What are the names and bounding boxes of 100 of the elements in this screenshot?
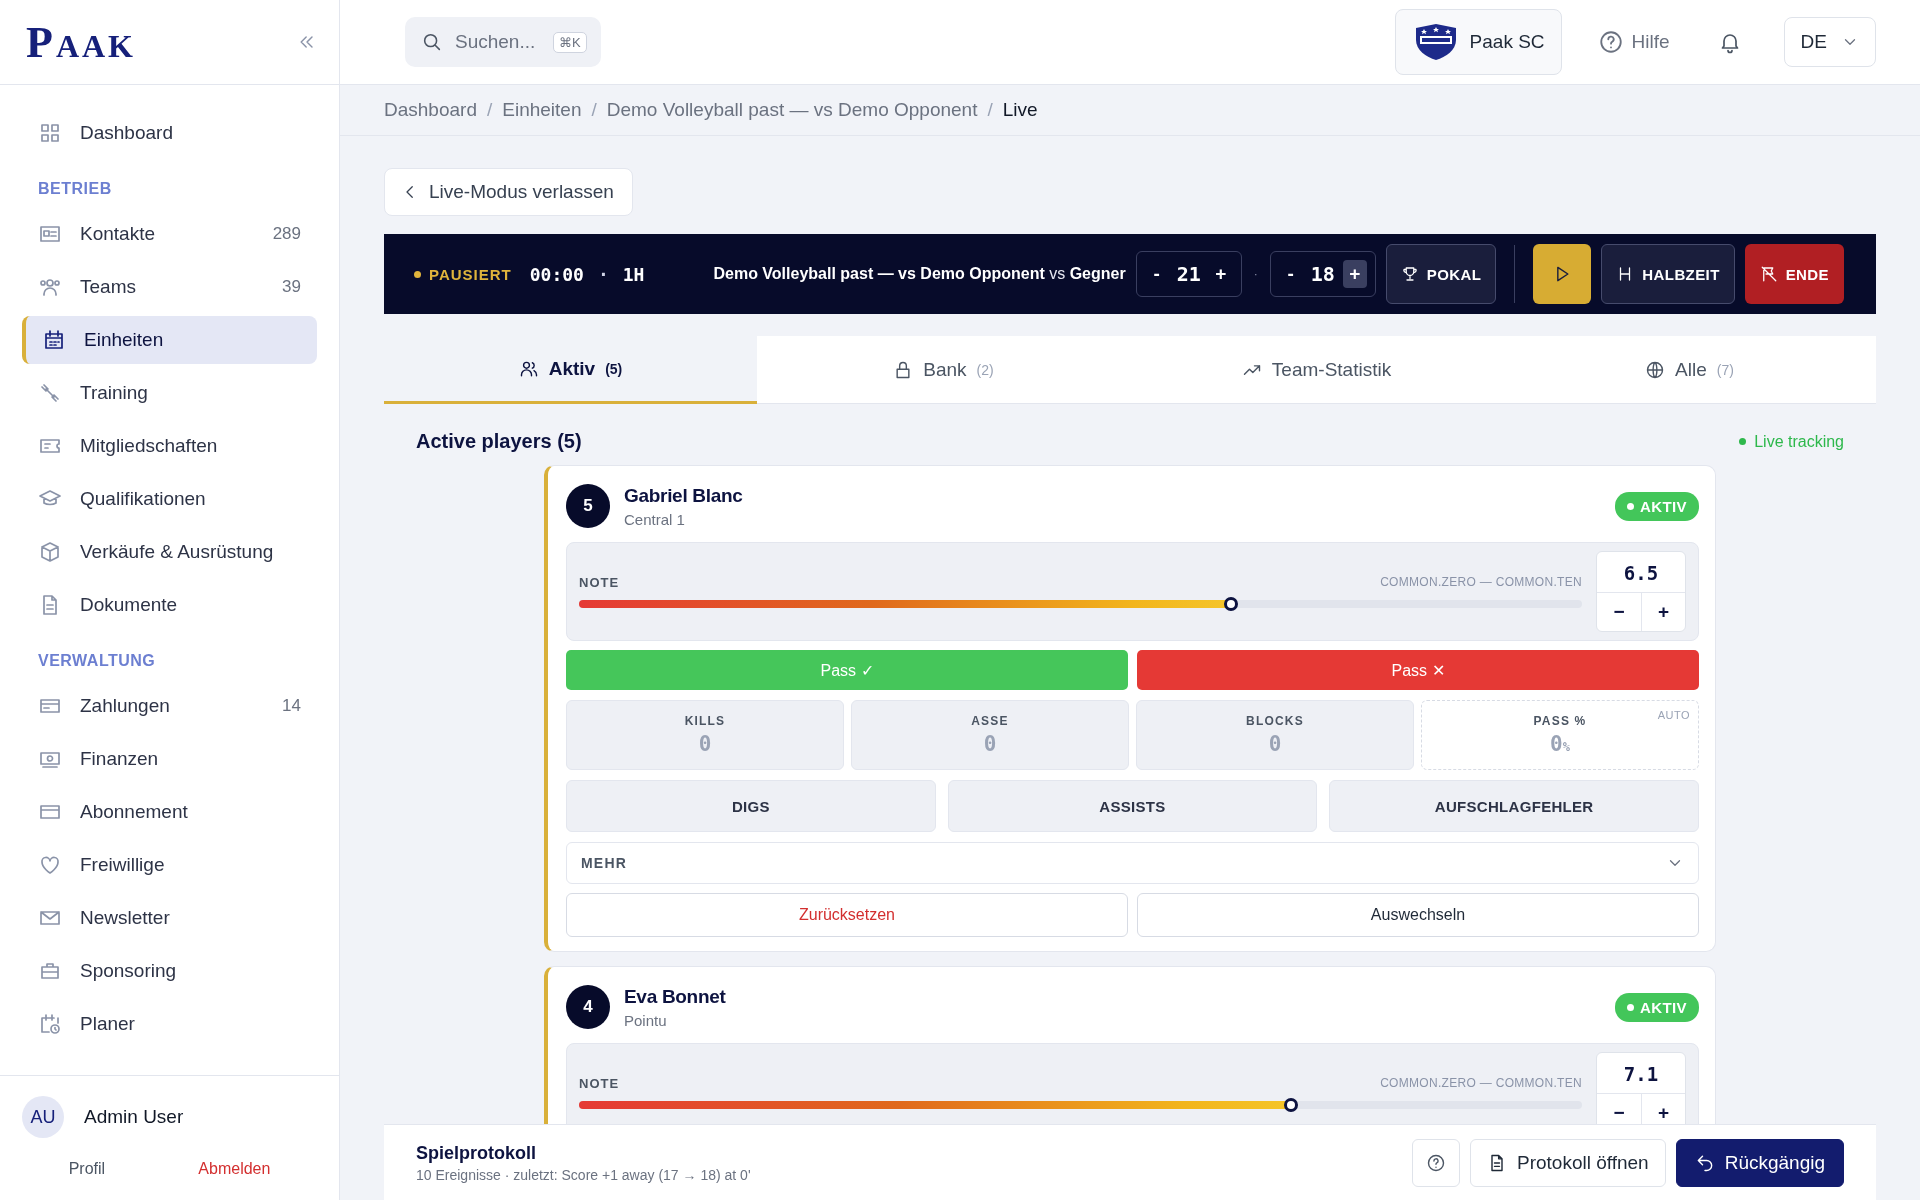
back-button[interactable]: Live-Modus verlassen (384, 168, 633, 216)
stat-action-button[interactable]: DIGS (566, 780, 936, 832)
match-status: PAUSIERT (414, 265, 512, 283)
stat-tile[interactable]: KILLS 0 (566, 700, 844, 770)
help-button[interactable] (1411, 1138, 1460, 1187)
rating-slider[interactable] (579, 1101, 1582, 1109)
nav-item[interactable]: Planer (22, 1000, 317, 1048)
range-hint: COMMON.ZERO — COMMON.TEN (1380, 1076, 1582, 1091)
stat-value: 0 (698, 732, 712, 756)
pass-button[interactable]: Pass ✕ (1137, 650, 1699, 690)
substitute-button[interactable]: Auswechseln (1137, 893, 1699, 937)
increment-button[interactable]: + (1641, 593, 1685, 631)
stat-label: KILLS (684, 714, 726, 728)
separator-dot: · (597, 263, 609, 285)
increment-button[interactable]: + (1208, 260, 1233, 288)
nav-item[interactable]: Dashboard (22, 109, 317, 157)
dumbbell-icon (38, 381, 62, 405)
shortcut-hint: ⌘K (553, 31, 587, 53)
end-button[interactable]: ENDE (1744, 244, 1844, 304)
stat-tile[interactable]: BLOCKS 0 (1136, 700, 1414, 770)
stat-action-button[interactable]: ASSISTS (947, 780, 1318, 832)
open-log-button[interactable]: Protokoll öffnen (1469, 1138, 1666, 1187)
section-heading: BETRIEB (37, 179, 113, 199)
slider-thumb[interactable] (1284, 1098, 1299, 1112)
nav-label: Dashboard (80, 122, 174, 144)
globe-icon (1645, 359, 1666, 380)
nav-item[interactable]: Qualifikationen (22, 475, 317, 523)
nav-item[interactable]: Mitgliedschaften (22, 422, 317, 470)
nav-label: Qualifikationen (80, 488, 207, 510)
range-hint: COMMON.ZERO — COMMON.TEN (1380, 575, 1582, 590)
nav-item[interactable]: Sponsoring (22, 947, 317, 995)
nav-item[interactable]: Teams 39 (22, 263, 317, 311)
nav-item[interactable]: Freiwillige (22, 841, 317, 889)
section-title: Active players (5) (416, 430, 582, 453)
breadcrumb-link[interactable]: Einheiten (502, 99, 582, 121)
nav-label: Planer (80, 1013, 136, 1035)
decrement-button[interactable]: − (1597, 593, 1641, 631)
decrement-button[interactable]: − (1597, 1094, 1641, 1124)
live-indicator: Live tracking (1739, 432, 1844, 451)
player-name: Gabriel Blanc (624, 484, 744, 507)
match-clock: 00:00 (529, 263, 584, 285)
breadcrumb-separator: / (987, 99, 993, 121)
nav-item[interactable]: Abonnement (22, 788, 317, 836)
grid-icon (38, 121, 62, 145)
stat-tile[interactable]: ASSE 0 (851, 700, 1129, 770)
club-button[interactable]: Paak SC (1394, 9, 1562, 75)
log-title: Spielprotokoll (416, 1142, 537, 1164)
nav-label: Kontakte (80, 223, 156, 245)
nav-item[interactable]: Newsletter (22, 894, 317, 942)
item-count: 14 (282, 696, 301, 716)
help-button[interactable]: Hilfe (1591, 28, 1676, 56)
user-name: Admin User (84, 1106, 184, 1128)
score-value: 21 (1176, 262, 1201, 286)
score-value: 18 (1310, 262, 1335, 286)
nav-item[interactable]: Kontakte 289 (22, 210, 317, 258)
profile-link[interactable]: Profil (68, 1160, 106, 1178)
log-summary: 10 Ereignisse · zuletzt: Score +1 away (17 → 18) at 0' (416, 1166, 752, 1183)
nav-item[interactable]: Dokumente (22, 581, 317, 629)
rating-slider[interactable] (579, 600, 1582, 608)
nav-item[interactable]: Finanzen (22, 735, 317, 783)
nav-label: Einheiten (84, 329, 165, 351)
nav-item[interactable]: Einheiten (22, 316, 317, 364)
box-icon (38, 540, 62, 564)
logout-link[interactable]: Abmelden (198, 1160, 271, 1178)
decrement-button[interactable]: - (1278, 260, 1303, 288)
auto-tag: AUTO (1657, 709, 1690, 721)
nav-label: Zahlungen (80, 695, 171, 717)
nav-label: Finanzen (80, 748, 160, 770)
halftime-button[interactable]: HALBZEIT (1601, 244, 1735, 304)
stat-action-button[interactable]: AUFSCHLAGFEHLER (1329, 780, 1699, 832)
language-select[interactable]: DE (1783, 17, 1876, 67)
nav-label: Teams (80, 276, 137, 298)
play-button[interactable] (1533, 244, 1592, 304)
nav-item[interactable]: Verkäufe & Ausrüstung (22, 528, 317, 576)
increment-button[interactable]: + (1342, 260, 1367, 288)
section-heading: VERWALTUNG (37, 651, 157, 671)
decrement-button[interactable]: - (1144, 260, 1169, 288)
search-field[interactable]: Suchen... (453, 30, 543, 54)
jersey-number: 4 (566, 985, 610, 1029)
nav-label: Newsletter (80, 907, 171, 929)
rating-label: NOTE (579, 1076, 620, 1091)
match-title: Demo Volleyball past — vs Demo Opponent vs Gegner (713, 265, 1126, 283)
nav-item[interactable]: Zahlungen 14 (22, 682, 317, 730)
question-icon (1425, 1152, 1446, 1173)
nav-item[interactable]: Training (22, 369, 317, 417)
stat-value: 0% (1550, 732, 1570, 756)
undo-button[interactable]: Rückgängig (1675, 1138, 1844, 1187)
nav-label: Freiwillige (80, 854, 166, 876)
breadcrumb-link[interactable]: Demo Volleyball past — vs Demo Opponent (606, 99, 978, 121)
breadcrumb-link[interactable]: Live (1002, 99, 1038, 121)
stat-value: 0 (1268, 732, 1282, 756)
cup-button[interactable]: POKAL (1385, 244, 1497, 304)
tab[interactable]: Aktiv (5) (384, 336, 757, 404)
nav-label: Verkäufe & Ausrüstung (80, 541, 275, 563)
breadcrumb-link[interactable]: Dashboard (384, 99, 477, 121)
nav-label: Dokumente (80, 594, 179, 616)
slider-thumb[interactable] (1223, 597, 1238, 611)
reset-button[interactable]: Zurücksetzen (566, 893, 1128, 937)
more-dropdown[interactable]: MEHR (566, 842, 1699, 884)
nav-label: Training (80, 382, 149, 404)
